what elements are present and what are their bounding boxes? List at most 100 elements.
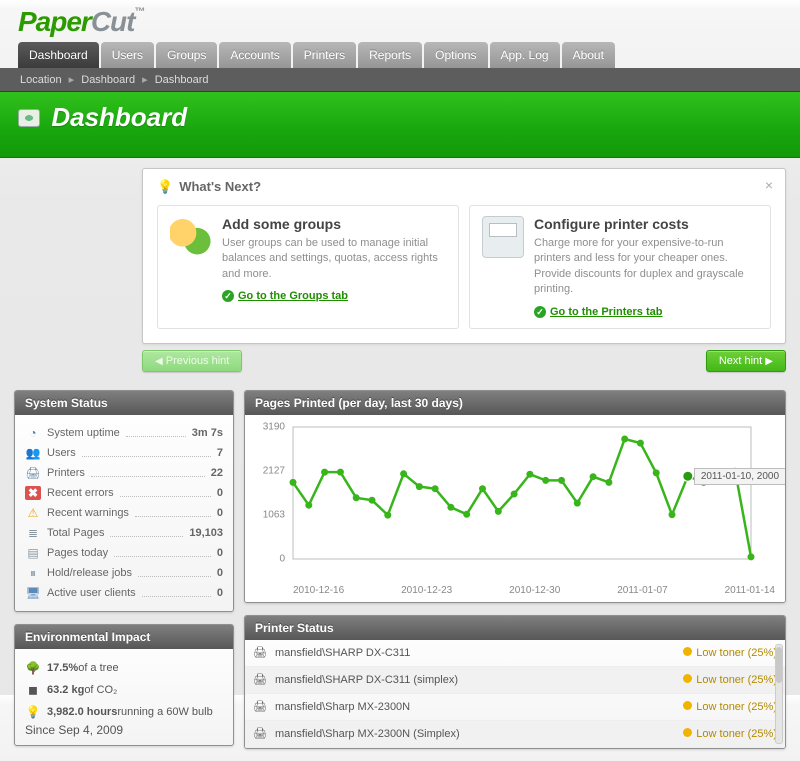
stat-label: Total Pages [47, 527, 104, 539]
tab-groups[interactable]: Groups [156, 42, 217, 68]
env-row: 💡 3,982.0 hours running a 60W bulb [25, 701, 223, 723]
env-label: running a 60W bulb [117, 706, 212, 718]
printer-row[interactable]: 🖨mansfield\SHARP DX-C311Low toner (25%) [245, 640, 785, 667]
chart-x-axis: 2010-12-162010-12-232010-12-302011-01-07… [293, 585, 775, 596]
hint-nav: ◀ Previous hint Next hint ▶ [142, 350, 786, 372]
tab-accounts[interactable]: Accounts [219, 42, 290, 68]
printer-name: mansfield\SHARP DX-C311 [275, 647, 683, 659]
printer-row[interactable]: 🖨mansfield\Sharp MX-2300N (Simplex)Low t… [245, 721, 785, 748]
stat-row: 🖥Active user clients0 [25, 583, 223, 603]
y-tick: 1063 [263, 509, 285, 520]
printer-icon: 🖨 [253, 700, 269, 714]
stat-row: 🖨 Printers 22 [25, 463, 223, 483]
env-value: 3,982.0 hours [47, 706, 117, 718]
stat-value: 19,103 [189, 527, 223, 539]
bulb-icon: 💡 [25, 705, 41, 719]
hint-card-groups: Add some groups User groups can be used … [157, 205, 459, 329]
whats-next-title: 💡What's Next? [157, 179, 771, 195]
x-tick: 2011-01-14 [725, 585, 775, 596]
env-label: of CO₂ [84, 684, 117, 696]
env-value: 63.2 kg [47, 684, 84, 696]
printer-icon: 🖨 [25, 466, 41, 480]
x-tick: 2010-12-23 [401, 585, 452, 596]
hint-body: User groups can be used to manage initia… [222, 236, 446, 282]
tab-reports[interactable]: Reports [358, 42, 422, 68]
printer-row[interactable]: 🖨mansfield\Sharp MX-2300NLow toner (25%) [245, 694, 785, 721]
check-icon: ✓ [534, 306, 546, 318]
check-icon: ✓ [222, 290, 234, 302]
stat-label: Printers [47, 467, 85, 479]
tab-options[interactable]: Options [424, 42, 487, 68]
pages-printed-panel: Pages Printed (per day, last 30 days) 0 1… [244, 390, 786, 603]
stat-row: 👥Users7 [25, 443, 223, 463]
hint-body: Charge more for your expensive-to-run pr… [534, 236, 758, 298]
logo-tm: ™ [134, 6, 144, 18]
stat-value: 0 [217, 567, 223, 579]
y-tick: 3190 [263, 421, 285, 432]
stat-value: 22 [211, 467, 223, 479]
hold-icon: ⏸ [25, 566, 41, 580]
stat-row: ◔System uptime3m 7s [25, 423, 223, 443]
whats-next-panel: × 💡What's Next? Add some groups User gro… [142, 168, 786, 344]
stat-label: Recent errors [47, 487, 114, 499]
go-to-printers-link[interactable]: ✓Go to the Printers tab [534, 306, 662, 318]
tab-about[interactable]: About [562, 42, 615, 68]
hint-title: Add some groups [222, 216, 446, 232]
y-tick: 2127 [263, 465, 285, 476]
hint-card-printer-costs: Configure printer costs Charge more for … [469, 205, 771, 329]
stat-label: Users [47, 447, 76, 459]
status-dot-icon [683, 674, 692, 683]
tab-users[interactable]: Users [101, 42, 154, 68]
page-header: Dashboard [0, 92, 800, 158]
status-dot-icon [683, 728, 692, 737]
env-since: Since Sep 4, 2009 [25, 723, 223, 737]
stat-value: 0 [217, 587, 223, 599]
page-title: Dashboard [51, 102, 187, 133]
co2-icon: ◼ [25, 683, 41, 697]
tab-printers[interactable]: Printers [293, 42, 356, 68]
chart-svg [255, 423, 755, 561]
stat-value: 0 [217, 487, 223, 499]
printer-status: Low toner (25%) [683, 674, 777, 686]
breadcrumb: Location ▸ Dashboard ▸ Dashboard [0, 68, 800, 92]
tab-app-log[interactable]: App. Log [490, 42, 560, 68]
status-dot-icon [683, 647, 692, 656]
tree-icon: 🌳 [25, 661, 41, 675]
clock-icon: ◔ [25, 426, 41, 440]
scrollbar[interactable] [775, 644, 783, 744]
stat-label: Hold/release jobs [47, 567, 132, 579]
breadcrumb-label: Location [20, 74, 62, 86]
tab-dashboard[interactable]: Dashboard [18, 42, 99, 68]
env-list: 🌳 17.5% of a tree ◼ 63.2 kg of CO₂ 💡 3,982.0 … [25, 657, 223, 723]
status-dot-icon [683, 701, 692, 710]
env-value: 17.5% [47, 662, 78, 674]
stat-row: ⏸ Hold/release jobs 0 [25, 563, 223, 583]
next-hint-button[interactable]: Next hint ▶ [706, 350, 786, 372]
stat-label: Recent warnings [47, 507, 129, 519]
stat-label: System uptime [47, 427, 120, 439]
printer-icon [482, 216, 524, 258]
close-icon[interactable]: × [765, 177, 773, 193]
panel-title: Pages Printed (per day, last 30 days) [245, 391, 785, 415]
scroll-thumb[interactable] [776, 647, 782, 683]
x-tick: 2010-12-16 [293, 585, 344, 596]
logo-part2: Cut [91, 6, 135, 37]
today-icon: ▤ [25, 546, 41, 560]
breadcrumb-item-0[interactable]: Dashboard [81, 74, 135, 86]
printer-icon: 🖨 [253, 727, 269, 741]
system-status-panel: System Status ◔System uptime3m 7s👥Users7… [14, 390, 234, 612]
go-to-groups-link[interactable]: ✓Go to the Groups tab [222, 290, 348, 302]
breadcrumb-item-1[interactable]: Dashboard [155, 74, 209, 86]
printer-name: mansfield\SHARP DX-C311 (simplex) [275, 674, 683, 686]
y-tick: 0 [279, 553, 285, 564]
stat-row: ⚠Recent warnings0 [25, 503, 223, 523]
pages-printed-chart: 0106321273190 2011-01-10, 2000 [255, 423, 775, 581]
users-icon [170, 216, 212, 258]
stat-value: 0 [217, 547, 223, 559]
printer-row[interactable]: 🖨mansfield\SHARP DX-C311 (simplex)Low to… [245, 667, 785, 694]
warn-icon: ⚠ [25, 506, 41, 520]
panel-title: System Status [15, 391, 233, 415]
env-label: of a tree [78, 662, 118, 674]
previous-hint-button[interactable]: ◀ Previous hint [142, 350, 242, 372]
hint-title: Configure printer costs [534, 216, 758, 232]
